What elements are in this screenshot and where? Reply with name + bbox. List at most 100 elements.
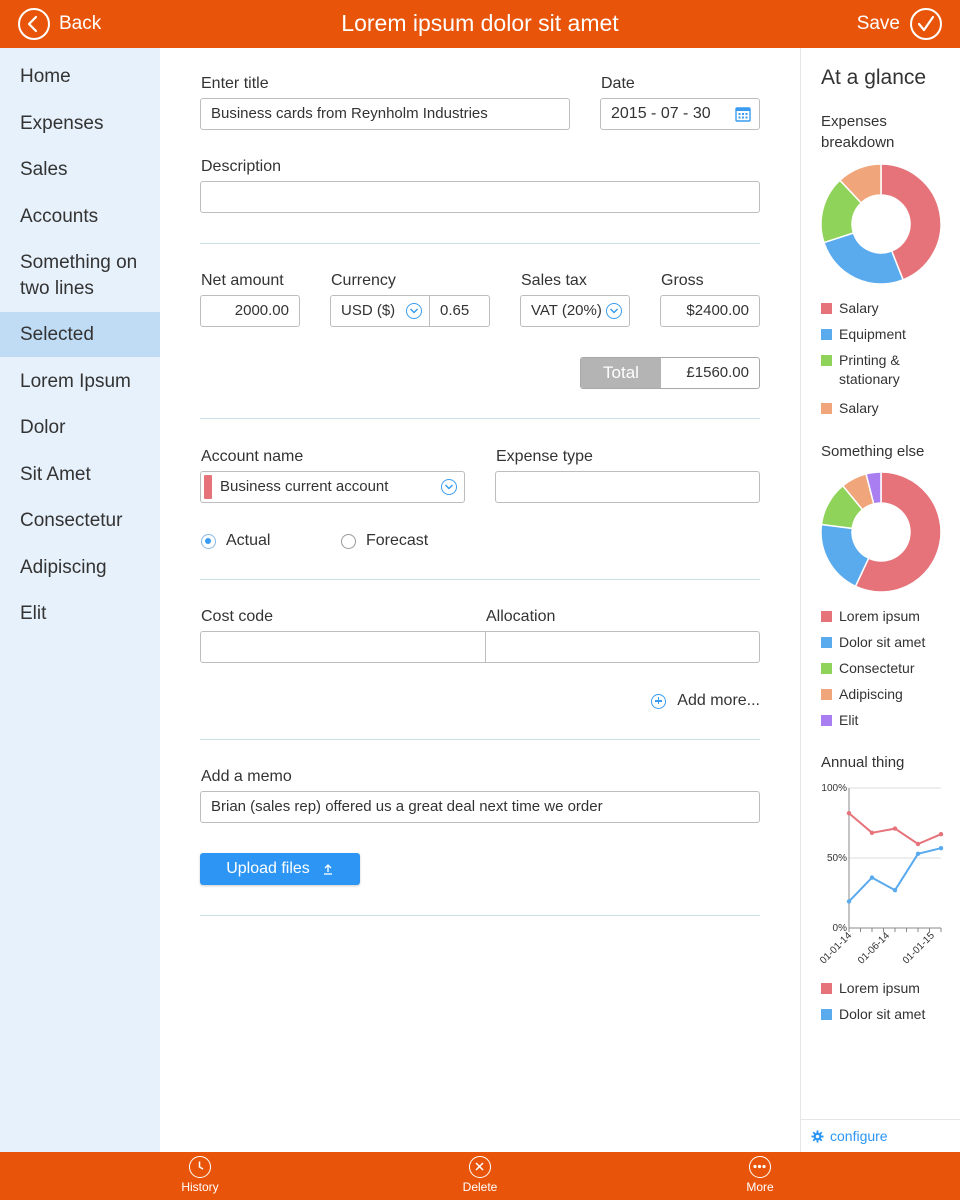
x-tick-label: 01-01-14 — [818, 930, 854, 966]
data-point — [892, 888, 898, 893]
total-label: Total — [581, 358, 661, 388]
sidebar-item-elit[interactable]: Elit — [0, 601, 160, 627]
expenses-breakdown-chart — [820, 163, 942, 285]
account-name-value: Business current account — [220, 478, 389, 495]
legend-label-line1: Printing & — [839, 352, 900, 368]
legend-swatch — [821, 355, 832, 366]
chevron-down-icon — [441, 479, 457, 495]
title-input[interactable]: Business cards from Reynholm Industries — [200, 98, 570, 130]
sidebar-item-selected[interactable]: Selected — [0, 312, 160, 357]
date-label: Date — [601, 75, 635, 92]
legend-label: Equipment — [839, 326, 906, 342]
net-amount-input[interactable]: 2000.00 — [200, 295, 300, 327]
plus-icon — [651, 693, 667, 709]
upload-files-button[interactable]: Upload files — [200, 853, 360, 885]
configure-label: configure — [830, 1128, 888, 1144]
save-button[interactable]: Save — [857, 8, 942, 40]
chevron-down-icon — [406, 303, 422, 319]
top-bar: Back Lorem ipsum dolor sit amet Save — [0, 0, 960, 48]
gross-input[interactable]: $2400.00 — [660, 295, 760, 327]
configure-link[interactable]: configure — [811, 1128, 888, 1144]
chevron-down-icon — [606, 303, 622, 319]
y-tick-label: 50% — [827, 853, 847, 864]
sidebar-item-expenses[interactable]: Expenses — [0, 111, 160, 137]
legend-label: Dolor sit amet — [839, 1006, 926, 1022]
expense-type-input[interactable] — [495, 471, 760, 503]
data-point — [915, 851, 921, 856]
close-icon — [469, 1156, 491, 1178]
sales-tax-label: Sales tax — [521, 272, 587, 289]
sidebar-item-home[interactable]: Home — [0, 64, 160, 90]
cost-code-input[interactable] — [200, 631, 486, 663]
exchange-rate-input[interactable]: 0.65 — [429, 295, 490, 327]
currency-value: USD ($) — [341, 302, 396, 319]
legend-swatch — [821, 1009, 832, 1020]
history-label: History — [181, 1180, 219, 1194]
legend-label: Elit — [839, 712, 859, 728]
sidebar-item-accounts[interactable]: Accounts — [0, 204, 160, 230]
legend-label-line2: stationary — [839, 371, 900, 387]
sidebar-item-adipiscing[interactable]: Adipiscing — [0, 555, 160, 581]
data-point — [938, 832, 944, 837]
radio-forecast[interactable] — [341, 534, 356, 549]
currency-select[interactable]: USD ($) — [330, 295, 430, 327]
expenses-breakdown-title-line2: breakdown — [821, 134, 895, 151]
legend-item: Lorem ipsum — [821, 607, 951, 626]
annual-thing-title: Annual thing — [821, 754, 905, 771]
sidebar-item-sales[interactable]: Sales — [0, 157, 160, 183]
data-point — [915, 841, 921, 847]
sidebar-item-label-line2: two lines — [20, 278, 94, 299]
upload-files-label: Upload files — [226, 860, 310, 877]
radio-actual-label: Actual — [226, 532, 271, 549]
history-button[interactable]: History — [160, 1156, 240, 1194]
something-else-chart — [820, 471, 942, 593]
gear-icon — [811, 1129, 824, 1143]
account-name-select[interactable]: Business current account — [200, 471, 465, 503]
legend-label: Dolor sit amet — [839, 634, 926, 650]
sidebar-item-lorem-ipsum[interactable]: Lorem Ipsum — [0, 369, 160, 395]
legend-swatch — [821, 637, 832, 648]
sidebar-item-sit-amet[interactable]: Sit Amet — [0, 462, 160, 488]
description-input[interactable] — [200, 181, 760, 213]
title-label: Enter title — [201, 75, 269, 92]
legend-swatch — [821, 983, 832, 994]
sales-tax-select[interactable]: VAT (20%) — [520, 295, 630, 327]
total-box: Total £1560.00 — [580, 357, 760, 389]
legend-label: Salary — [839, 300, 879, 316]
calendar-icon[interactable] — [735, 106, 751, 122]
add-more-button[interactable]: Add more... — [651, 690, 760, 712]
legend-label: Lorem ipsum — [839, 980, 920, 996]
legend-item: Salary — [821, 299, 951, 318]
main-form: Enter title Business cards from Reynholm… — [160, 48, 800, 1152]
pie-slice — [822, 232, 905, 285]
section-divider — [200, 579, 760, 580]
memo-input[interactable]: Brian (sales rep) offered us a great dea… — [200, 791, 760, 823]
legend-swatch — [821, 403, 832, 414]
x-tick-label: 01-06-14 — [856, 930, 892, 966]
allocation-input[interactable] — [485, 631, 760, 663]
sidebar-item-dolor[interactable]: Dolor — [0, 415, 160, 441]
delete-button[interactable]: Delete — [440, 1156, 520, 1194]
legend-item: Salary — [821, 399, 951, 418]
date-input[interactable]: 2015 - 07 - 30 — [600, 98, 760, 130]
more-button[interactable]: More — [720, 1156, 800, 1194]
upload-icon — [323, 864, 332, 875]
sidebar: Home Expenses Sales Accounts Something o… — [0, 48, 160, 1152]
checkmark-icon — [910, 8, 942, 40]
legend-item: Adipiscing — [821, 685, 951, 704]
gross-label: Gross — [661, 272, 704, 289]
memo-label: Add a memo — [201, 768, 292, 785]
allocation-label: Allocation — [486, 608, 556, 625]
currency-label: Currency — [331, 272, 396, 289]
sidebar-item-consectetur[interactable]: Consectetur — [0, 508, 160, 534]
legend-swatch — [821, 663, 832, 674]
legend-label: Adipiscing — [839, 686, 903, 702]
more-label: More — [746, 1180, 774, 1194]
section-divider — [200, 915, 760, 916]
radio-actual[interactable] — [201, 534, 216, 549]
legend-label: Lorem ipsum — [839, 608, 920, 624]
legend-item: Dolor sit amet — [821, 1005, 951, 1024]
sidebar-item-something-on-two-lines[interactable]: Something on two lines — [0, 250, 160, 302]
description-label: Description — [201, 158, 282, 175]
legend-swatch — [821, 611, 832, 622]
